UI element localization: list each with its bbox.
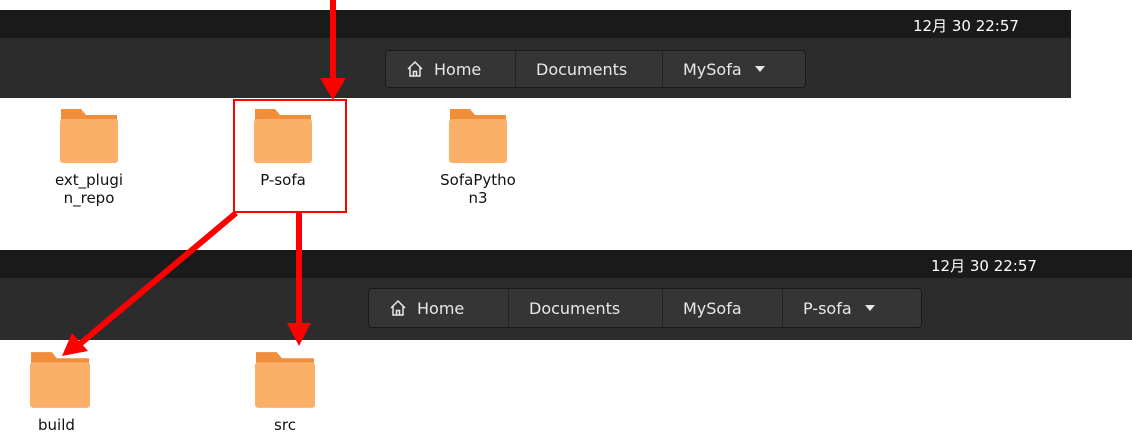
folder-build[interactable]: build bbox=[0, 350, 120, 434]
bottom-path-mysofa[interactable]: MySofa bbox=[663, 289, 783, 327]
chevron-down-icon[interactable] bbox=[754, 65, 766, 73]
folder-sofapython3[interactable]: SofaPython3 bbox=[423, 107, 533, 207]
folder-ext-plugin-repo[interactable]: ext_plugin_repo bbox=[34, 107, 144, 207]
top-path-documents[interactable]: Documents bbox=[516, 51, 663, 87]
bottom-system-bar: 12月 30 22:57 bbox=[0, 250, 1132, 278]
bottom-path-mysofa-label: MySofa bbox=[683, 298, 742, 318]
folder-label: ext_plugin_repo bbox=[54, 171, 124, 207]
folder-label: SofaPython3 bbox=[440, 171, 516, 207]
top-path-home-label: Home bbox=[434, 59, 482, 79]
folder-label: build bbox=[38, 416, 75, 434]
chevron-down-icon[interactable] bbox=[864, 304, 876, 312]
folder-label: src bbox=[274, 416, 296, 434]
top-path-mysofa-label: MySofa bbox=[683, 59, 742, 79]
bottom-path-documents-label: Documents bbox=[529, 298, 621, 318]
bottom-path-home-label: Home bbox=[417, 298, 465, 318]
folder-icon bbox=[255, 352, 315, 408]
bottom-path-home[interactable]: Home bbox=[369, 289, 509, 327]
top-clock[interactable]: 12月 30 22:57 bbox=[913, 15, 1019, 36]
bottom-path-documents[interactable]: Documents bbox=[509, 289, 663, 327]
folder-icon bbox=[60, 109, 118, 163]
folder-icon bbox=[30, 352, 90, 408]
highlight-box bbox=[233, 99, 347, 213]
bottom-path-bar: Home Documents MySofa P-sofa bbox=[368, 288, 922, 328]
bottom-clock[interactable]: 12月 30 22:57 bbox=[931, 255, 1037, 276]
top-path-mysofa[interactable]: MySofa bbox=[663, 51, 805, 87]
top-system-bar: 12月 30 22:57 bbox=[0, 10, 1071, 38]
bottom-path-p-sofa-label: P-sofa bbox=[803, 298, 852, 318]
folder-src[interactable]: src bbox=[230, 350, 340, 434]
top-path-home[interactable]: Home bbox=[386, 51, 516, 87]
top-path-bar: Home Documents MySofa bbox=[385, 50, 806, 88]
bottom-path-p-sofa[interactable]: P-sofa bbox=[783, 289, 921, 327]
top-path-documents-label: Documents bbox=[536, 59, 628, 79]
home-icon bbox=[406, 60, 424, 78]
top-header-bar: Home Documents MySofa bbox=[0, 38, 1071, 98]
home-icon bbox=[389, 299, 407, 317]
folder-icon bbox=[449, 109, 507, 163]
bottom-header-bar: Home Documents MySofa P-sofa bbox=[0, 278, 1132, 340]
